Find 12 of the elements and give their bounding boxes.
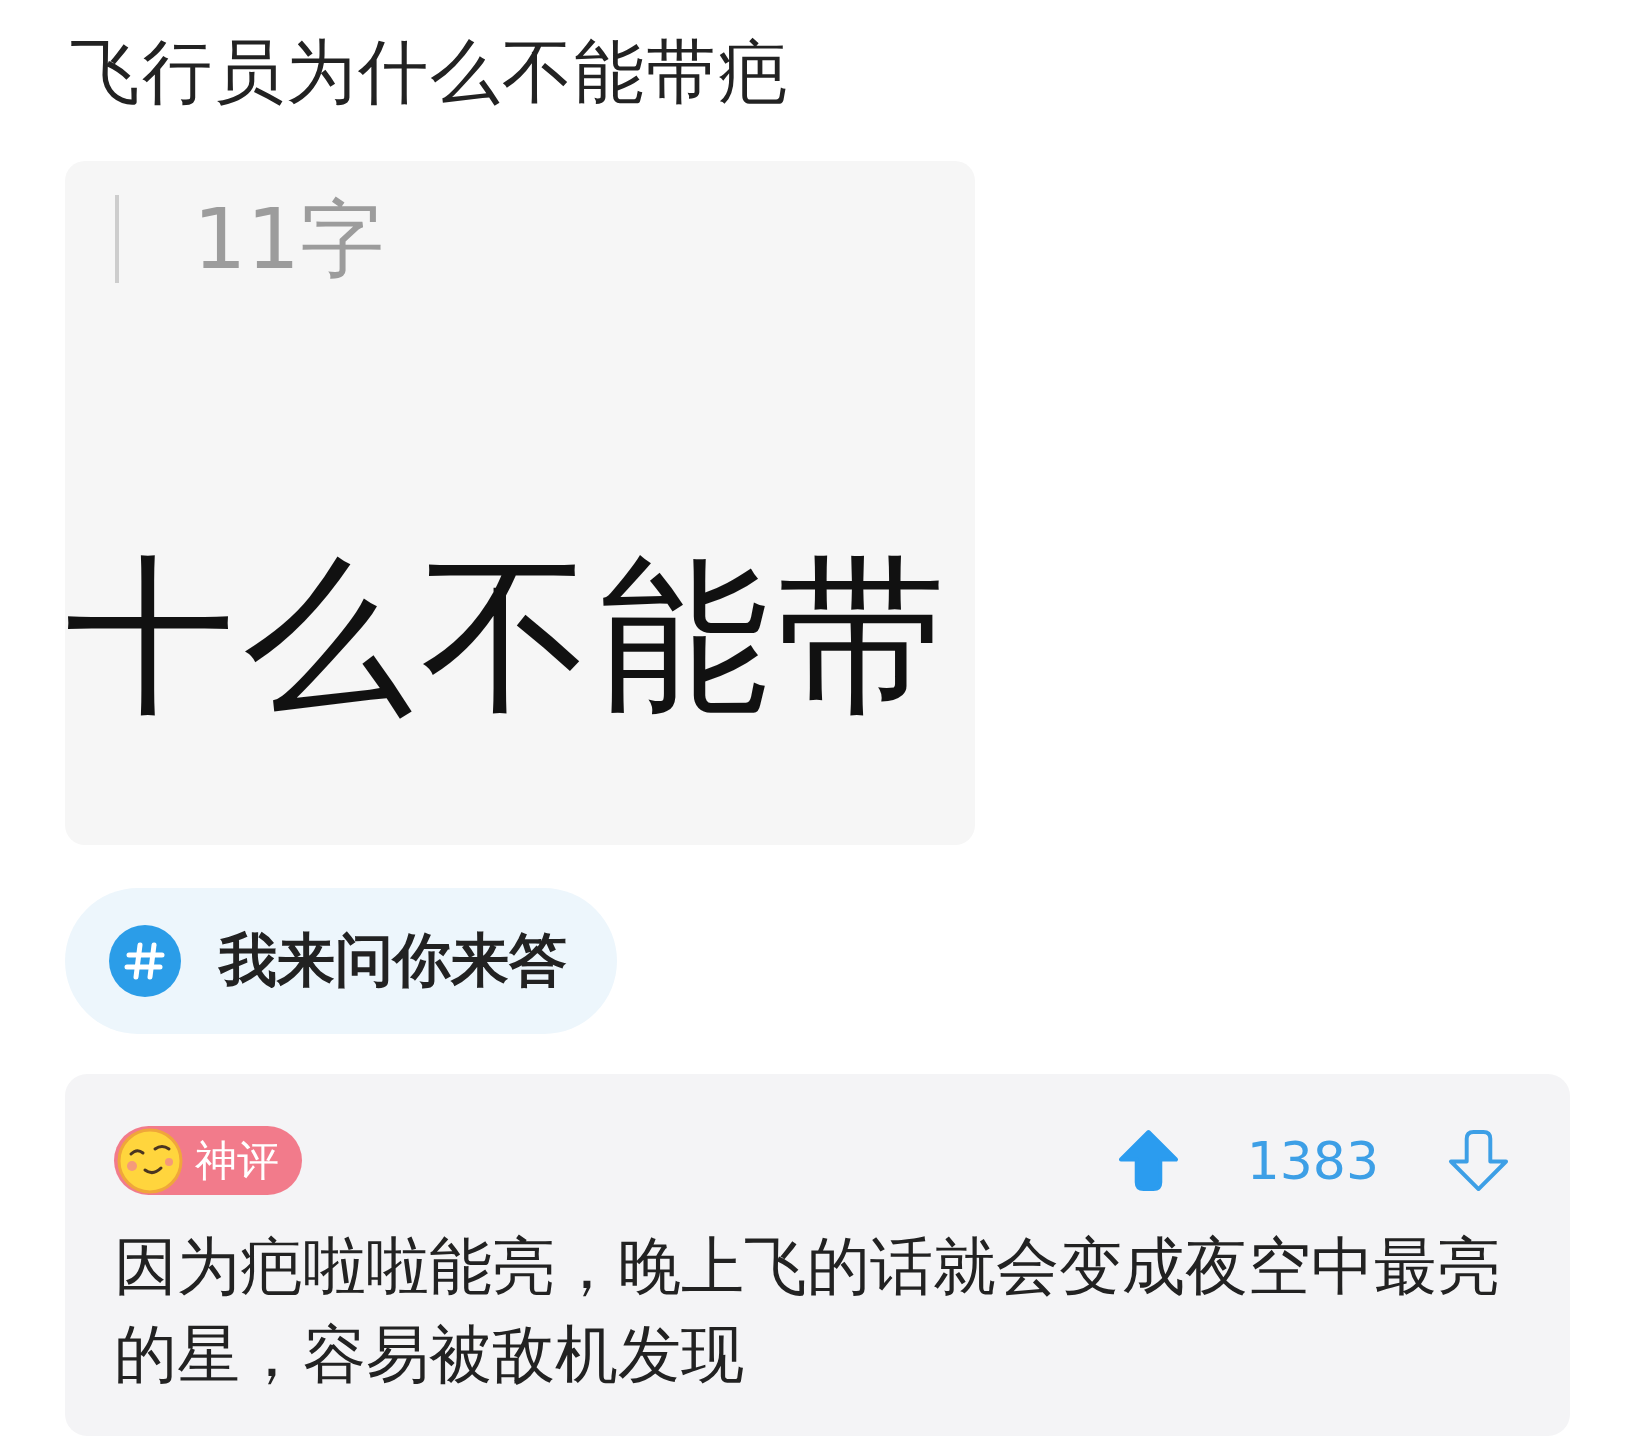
hashtag-icon xyxy=(109,925,181,997)
downvote-icon[interactable] xyxy=(1448,1129,1509,1192)
smiling-face-icon xyxy=(117,1127,183,1194)
text-cursor-icon xyxy=(115,195,119,283)
vote-count: 1383 xyxy=(1246,1130,1379,1191)
upvote-icon[interactable] xyxy=(1117,1129,1179,1192)
caption-text: 十么不能带 xyxy=(65,536,955,736)
post-title: 飞行员为什么不能带疤 xyxy=(70,30,790,115)
comment-text: 因为疤啦啦能亮，晚上飞的话就会变成夜空中最亮的星，容易被敌机发现 xyxy=(114,1229,1501,1393)
top-comment-label: 神评 xyxy=(195,1135,279,1186)
topic-tag-link[interactable]: 我来问你来答 xyxy=(65,888,617,1034)
word-count-text: 11字 xyxy=(193,189,384,289)
